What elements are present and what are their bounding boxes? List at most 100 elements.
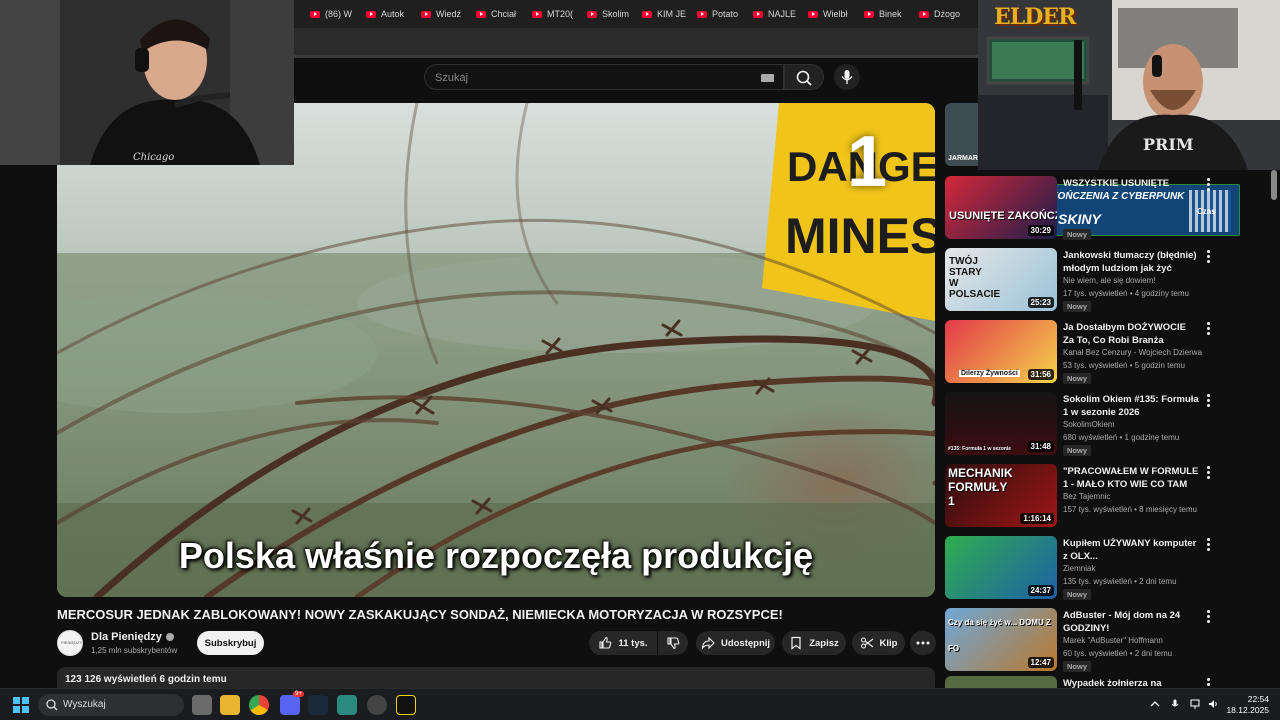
windows-start-icon[interactable] bbox=[13, 697, 29, 713]
recommendation-thumbnail[interactable]: MECHANIK FORMUŁY 1 1:16:14 bbox=[945, 464, 1057, 527]
keyboard-icon[interactable] bbox=[761, 74, 774, 82]
recommendation-item[interactable]: Wypadek żołnierza na służbie. bbox=[945, 676, 1265, 688]
channel-avatar-text: PIENIĘDZY bbox=[61, 640, 83, 645]
app-icon[interactable] bbox=[396, 695, 416, 715]
kebab-menu-icon[interactable] bbox=[1205, 678, 1211, 688]
browser-tab[interactable]: MT20( bbox=[532, 6, 577, 22]
recommendation-title[interactable]: WSZYSTKIE USUNIĘTE bbox=[1063, 177, 1199, 190]
microphone-icon bbox=[841, 70, 853, 84]
webcam-left: Chicago bbox=[0, 0, 294, 165]
youtube-icon bbox=[919, 10, 929, 18]
recommendation-item[interactable]: Dilerzy Żywności 31:56 Ja Dostałbym DOŻY… bbox=[945, 320, 1265, 386]
browser-tab[interactable]: Wielbł bbox=[808, 6, 853, 22]
kebab-menu-icon[interactable] bbox=[1205, 394, 1211, 408]
recommendation-stats: 60 tys. wyświetleń • 2 dni temu bbox=[1063, 649, 1173, 658]
taskbar-search[interactable]: Wyszukaj bbox=[38, 694, 184, 716]
obs-icon[interactable] bbox=[367, 695, 387, 715]
recommendation-item[interactable]: USUNIĘTE ZAKOŃCZE 30:29 WSZYSTKIE USUNIĘ… bbox=[945, 176, 1265, 242]
kebab-menu-icon[interactable] bbox=[1205, 610, 1211, 624]
recommendation-item[interactable]: 24:37 Kupiłem UŻYWANY komputer z OLX... … bbox=[945, 536, 1265, 602]
recommendation-thumbnail[interactable]: USUNIĘTE ZAKOŃCZE 30:29 bbox=[945, 176, 1057, 239]
volume-icon[interactable] bbox=[1208, 699, 1218, 709]
recommendation-title[interactable]: AdBuster - Mój dom na 24 GODZINY! bbox=[1063, 609, 1199, 635]
recommendation-thumbnail[interactable]: TWÓJ STARY W POLSACIE 25:23 bbox=[945, 248, 1057, 311]
browser-tab[interactable]: Binek bbox=[864, 6, 909, 22]
subscribe-button[interactable]: Subskrybuj bbox=[197, 631, 264, 655]
chrome-icon[interactable] bbox=[249, 695, 269, 715]
recommendation-channel[interactable]: Kanał Bez Cenzury - Wojciech Dzierwa bbox=[1063, 348, 1202, 357]
kebab-menu-icon[interactable] bbox=[1205, 178, 1211, 192]
duration-badge: 31:56 bbox=[1027, 369, 1054, 380]
recommendation-title[interactable]: Ja Dostałbym DOŻYWOCIE Za To, Co Robi Br… bbox=[1063, 321, 1199, 347]
sidebar-scrollbar[interactable] bbox=[1271, 170, 1277, 200]
channel-avatar[interactable]: PIENIĘDZY bbox=[57, 630, 83, 656]
network-icon[interactable] bbox=[1190, 699, 1200, 709]
recommendation-stats: 680 wyświetleń • 1 godzinę temu bbox=[1063, 433, 1180, 442]
recommendation-thumbnail[interactable]: Czy da się żyć w... DOMU Z FO 12:47 bbox=[945, 608, 1057, 671]
clip-button[interactable]: Klip bbox=[852, 631, 905, 655]
windows-taskbar: Wyszukaj 9+ 22:54 18.12.2025 bbox=[0, 688, 1280, 720]
recommendation-title[interactable]: Jankowski tłumaczy (błędnie) młodym ludz… bbox=[1063, 249, 1199, 275]
file-explorer-icon[interactable] bbox=[220, 695, 240, 715]
browser-tab[interactable]: NAJLE bbox=[753, 6, 798, 22]
recommendation-thumbnail[interactable]: #135: Formuła 1 w sezonie 31:48 bbox=[945, 392, 1057, 455]
duration-badge: 31:48 bbox=[1027, 441, 1054, 452]
search-box[interactable] bbox=[424, 64, 784, 90]
browser-tab[interactable]: Chciał bbox=[476, 6, 521, 22]
recommendation-stats: 17 tys. wyświetleń • 4 godziny temu bbox=[1063, 289, 1189, 298]
thumb-text: MECHANIK FORMUŁY 1 bbox=[948, 466, 1013, 508]
task-view-icon[interactable] bbox=[192, 695, 212, 715]
recommendation-thumbnail[interactable]: Dilerzy Żywności 31:56 bbox=[945, 320, 1057, 383]
clock-date: 18.12.2025 bbox=[1226, 705, 1269, 715]
recommendation-title[interactable]: "PRACOWAŁEM W FORMULE 1 - MAŁO KTO WIE C… bbox=[1063, 465, 1199, 491]
recommendation-item[interactable]: Czy da się żyć w... DOMU Z FO 12:47 AdBu… bbox=[945, 608, 1265, 674]
like-button[interactable]: 11 tys. bbox=[589, 631, 657, 655]
recommendation-title[interactable]: Sokolim Okiem #135: Formuła 1 w sezonie … bbox=[1063, 393, 1199, 419]
recommendation-item[interactable]: #135: Formuła 1 w sezonie 31:48 Sokolim … bbox=[945, 392, 1265, 458]
voice-search-button[interactable] bbox=[834, 64, 860, 90]
browser-tab[interactable]: (86) W bbox=[310, 6, 355, 22]
browser-tab[interactable]: KIM JE bbox=[642, 6, 687, 22]
steam-icon[interactable] bbox=[308, 695, 328, 715]
clip-label: Klip bbox=[879, 637, 898, 649]
channel-name[interactable]: Dla Pieniędzy bbox=[91, 631, 174, 643]
recommendation-channel[interactable]: SokolimOkiem bbox=[1063, 420, 1115, 429]
recommendation-thumbnail[interactable]: 24:37 bbox=[945, 536, 1057, 599]
system-clock[interactable]: 22:54 18.12.2025 bbox=[1226, 694, 1269, 716]
kebab-menu-icon[interactable] bbox=[1205, 466, 1211, 480]
recommendation-channel[interactable]: Bez Tajemnic bbox=[1063, 492, 1110, 501]
share-button[interactable]: Udostępnij bbox=[696, 631, 775, 655]
recommendation-item[interactable]: MECHANIK FORMUŁY 1 1:16:14 "PRACOWAŁEM W… bbox=[945, 464, 1265, 530]
browser-tab[interactable]: Wiedź bbox=[421, 6, 466, 22]
recommendation-channel[interactable]: Ziemniak bbox=[1063, 564, 1095, 573]
recommendation-item[interactable]: TWÓJ STARY W POLSACIE 25:23 Jankowski tł… bbox=[945, 248, 1265, 314]
dislike-button[interactable] bbox=[658, 631, 688, 655]
video-player[interactable]: DANGE MINES 1 Polska właśnie rozpoczęła … bbox=[57, 103, 935, 597]
microphone-icon[interactable] bbox=[1170, 699, 1180, 709]
kebab-menu-icon[interactable] bbox=[1205, 322, 1211, 336]
recommendation-thumbnail[interactable] bbox=[945, 676, 1057, 688]
save-button[interactable]: Zapisz bbox=[782, 631, 846, 655]
browser-tab[interactable]: Skolim bbox=[587, 6, 632, 22]
more-actions-button[interactable] bbox=[910, 631, 936, 655]
youtube-icon bbox=[421, 10, 431, 18]
recommendation-title[interactable]: Wypadek żołnierza na służbie. bbox=[1063, 677, 1199, 688]
thumb-text: USUNIĘTE ZAKOŃCZE bbox=[949, 210, 1057, 222]
discord-icon[interactable]: 9+ bbox=[280, 691, 304, 715]
chevron-up-icon[interactable] bbox=[1150, 699, 1160, 709]
youtube-icon bbox=[697, 10, 707, 18]
browser-tab[interactable]: Potato bbox=[697, 6, 742, 22]
kebab-menu-icon[interactable] bbox=[1205, 250, 1211, 264]
search-button[interactable] bbox=[784, 64, 824, 90]
recommendation-title[interactable]: Kupiłem UŻYWANY komputer z OLX... bbox=[1063, 537, 1199, 563]
recommendation-channel[interactable]: Nie wiem, ale się dowiem! bbox=[1063, 276, 1155, 285]
new-badge: Nowy bbox=[1063, 589, 1092, 600]
kebab-menu-icon[interactable] bbox=[1205, 538, 1211, 552]
search-input[interactable] bbox=[435, 69, 735, 86]
youtube-icon bbox=[366, 10, 376, 18]
recommendation-thumb-partial[interactable]: JARMAR bbox=[945, 103, 978, 166]
recommendation-channel[interactable]: Marek "AdBuster" Hoffmann bbox=[1063, 636, 1163, 645]
browser-tab[interactable]: Autok bbox=[366, 6, 411, 22]
terminal-icon[interactable] bbox=[337, 695, 357, 715]
browser-tab[interactable]: Dżogo bbox=[919, 6, 964, 22]
